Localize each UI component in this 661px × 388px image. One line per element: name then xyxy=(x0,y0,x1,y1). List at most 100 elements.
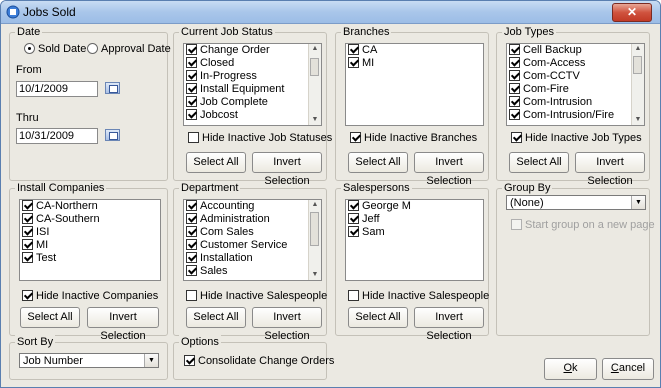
job-types-group: Job Types Cell Backup Com-Access Com-CCT… xyxy=(496,25,650,187)
job-status-invert-button[interactable]: Invert Selection xyxy=(252,152,322,187)
app-icon xyxy=(6,5,20,19)
job-types-list[interactable]: Cell Backup Com-Access Com-CCTV Com-Fire… xyxy=(506,43,645,126)
thru-calendar-icon[interactable] xyxy=(105,129,120,141)
install-companies-select-all-button[interactable]: Select All xyxy=(20,307,80,328)
list-item[interactable]: Install Equipment xyxy=(184,83,321,96)
scroll-down-icon[interactable]: ▼ xyxy=(309,270,321,280)
list-item[interactable]: Jeff xyxy=(346,213,483,226)
checkbox-icon xyxy=(348,213,359,224)
checkbox-icon xyxy=(348,290,359,301)
branches-select-all-button[interactable]: Select All xyxy=(348,152,408,173)
department-invert-button[interactable]: Invert Selection xyxy=(252,307,322,342)
checkbox-icon xyxy=(186,265,197,276)
department-select-all-button[interactable]: Select All xyxy=(186,307,246,328)
sort-by-select[interactable]: Job Number ▼ xyxy=(19,353,159,368)
list-item[interactable]: Sam xyxy=(346,226,483,239)
job-types-select-all-button[interactable]: Select All xyxy=(509,152,569,173)
list-item[interactable]: George M xyxy=(346,200,483,213)
scroll-up-icon[interactable]: ▲ xyxy=(309,44,321,54)
department-list[interactable]: Accounting Administration Com Sales Cust… xyxy=(183,199,322,281)
chevron-down-icon[interactable]: ▼ xyxy=(631,196,645,209)
job-status-list[interactable]: Change Order Closed In-Progress Install … xyxy=(183,43,322,126)
scroll-thumb[interactable] xyxy=(310,212,319,246)
list-item[interactable]: Jobcost xyxy=(184,109,321,122)
group-by-select[interactable]: (None) ▼ xyxy=(506,195,646,210)
checkbox-icon xyxy=(186,200,197,211)
sold-date-radio[interactable]: Sold Date xyxy=(24,43,86,56)
list-item[interactable]: In-Progress xyxy=(184,70,321,83)
sort-by-group: Sort By Job Number ▼ xyxy=(9,335,168,380)
salespersons-select-all-button[interactable]: Select All xyxy=(348,307,408,328)
job-types-invert-button[interactable]: Invert Selection xyxy=(575,152,645,187)
list-item[interactable]: Administration xyxy=(184,213,321,226)
start-group-new-page-checkbox[interactable]: Start group on a new page xyxy=(511,219,655,232)
list-item[interactable]: Closed xyxy=(184,57,321,70)
approval-date-radio[interactable]: Approval Date xyxy=(87,43,171,56)
list-item[interactable]: Job Complete xyxy=(184,96,321,109)
department-group-label: Department xyxy=(179,181,241,195)
scroll-up-icon[interactable]: ▲ xyxy=(309,200,321,210)
cancel-button[interactable]: Cancel xyxy=(602,358,654,380)
consolidate-change-orders-checkbox[interactable]: Consolidate Change Orders xyxy=(184,355,334,368)
list-item[interactable]: MI xyxy=(20,239,160,252)
from-date-field[interactable]: 10/1/2009 xyxy=(16,81,98,97)
checkbox-icon xyxy=(186,290,197,301)
checkbox-icon xyxy=(186,44,197,55)
checkbox-icon xyxy=(509,83,520,94)
scroll-down-icon[interactable]: ▼ xyxy=(632,115,644,125)
close-button[interactable]: ✕ xyxy=(612,3,652,22)
list-item[interactable]: Com-CCTV xyxy=(507,70,644,83)
title-bar[interactable]: Jobs Sold ✕ xyxy=(1,1,660,24)
window-title: Jobs Sold xyxy=(23,5,76,19)
job-types-group-label: Job Types xyxy=(502,25,556,39)
salespersons-list[interactable]: George M Jeff Sam xyxy=(345,199,484,281)
scrollbar[interactable]: ▲ ▼ xyxy=(631,44,644,125)
list-item[interactable]: Test xyxy=(20,252,160,265)
branches-invert-button[interactable]: Invert Selection xyxy=(414,152,484,187)
thru-date-field[interactable]: 10/31/2009 xyxy=(16,128,98,144)
list-item[interactable]: Accounting xyxy=(184,200,321,213)
ok-button[interactable]: Ok xyxy=(544,358,597,380)
list-item[interactable]: Com-Intrusion xyxy=(507,96,644,109)
list-item[interactable]: Cell Backup xyxy=(507,44,644,57)
list-item[interactable]: Customer Service xyxy=(184,239,321,252)
hide-inactive-job-types-checkbox[interactable]: Hide Inactive Job Types xyxy=(511,132,642,145)
salespersons-invert-button[interactable]: Invert Selection xyxy=(414,307,484,342)
radio-dot-icon xyxy=(87,43,98,54)
branches-list[interactable]: CA MI xyxy=(345,43,484,126)
chevron-down-icon[interactable]: ▼ xyxy=(144,354,158,367)
list-item[interactable]: Installation xyxy=(184,252,321,265)
list-item[interactable]: Com-Intrusion/Fire xyxy=(507,109,644,122)
salespersons-hide-inactive-checkbox[interactable]: Hide Inactive Salespeople xyxy=(348,290,489,303)
scrollbar[interactable]: ▲ ▼ xyxy=(308,200,321,280)
list-item[interactable]: CA-Northern xyxy=(20,200,160,213)
list-item[interactable]: MI xyxy=(346,57,483,70)
hide-inactive-branches-checkbox[interactable]: Hide Inactive Branches xyxy=(350,132,477,145)
job-status-select-all-button[interactable]: Select All xyxy=(186,152,246,173)
options-group-label: Options xyxy=(179,335,221,349)
list-item[interactable]: Com-Fire xyxy=(507,83,644,96)
list-item[interactable]: Sales xyxy=(184,265,321,278)
hide-inactive-companies-checkbox[interactable]: Hide Inactive Companies xyxy=(22,290,158,303)
checkbox-icon xyxy=(186,226,197,237)
department-hide-inactive-checkbox[interactable]: Hide Inactive Salespeople xyxy=(186,290,327,303)
install-companies-list[interactable]: CA-Northern CA-Southern ISI MI Test xyxy=(19,199,161,281)
scroll-thumb[interactable] xyxy=(310,58,319,76)
from-calendar-icon[interactable] xyxy=(105,82,120,94)
list-item[interactable]: CA-Southern xyxy=(20,213,160,226)
checkbox-icon xyxy=(184,355,195,366)
list-item[interactable]: Com Sales xyxy=(184,226,321,239)
scroll-down-icon[interactable]: ▼ xyxy=(309,115,321,125)
scrollbar[interactable]: ▲ ▼ xyxy=(308,44,321,125)
list-item[interactable]: Change Order xyxy=(184,44,321,57)
hide-inactive-statuses-checkbox[interactable]: Hide Inactive Job Statuses xyxy=(188,132,332,145)
install-companies-invert-button[interactable]: Invert Selection xyxy=(87,307,159,342)
scroll-up-icon[interactable]: ▲ xyxy=(632,44,644,54)
scroll-thumb[interactable] xyxy=(633,56,642,74)
checkbox-icon xyxy=(509,70,520,81)
checkbox-icon xyxy=(186,109,197,120)
list-item[interactable]: CA xyxy=(346,44,483,57)
checkbox-icon xyxy=(509,109,520,120)
list-item[interactable]: ISI xyxy=(20,226,160,239)
list-item[interactable]: Com-Access xyxy=(507,57,644,70)
